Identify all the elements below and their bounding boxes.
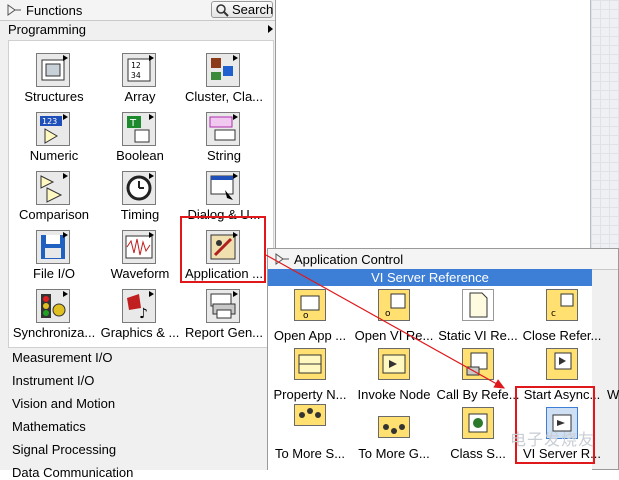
watermark: 电子发烧友 bbox=[510, 432, 596, 449]
annotation-arrow bbox=[265, 254, 506, 389]
